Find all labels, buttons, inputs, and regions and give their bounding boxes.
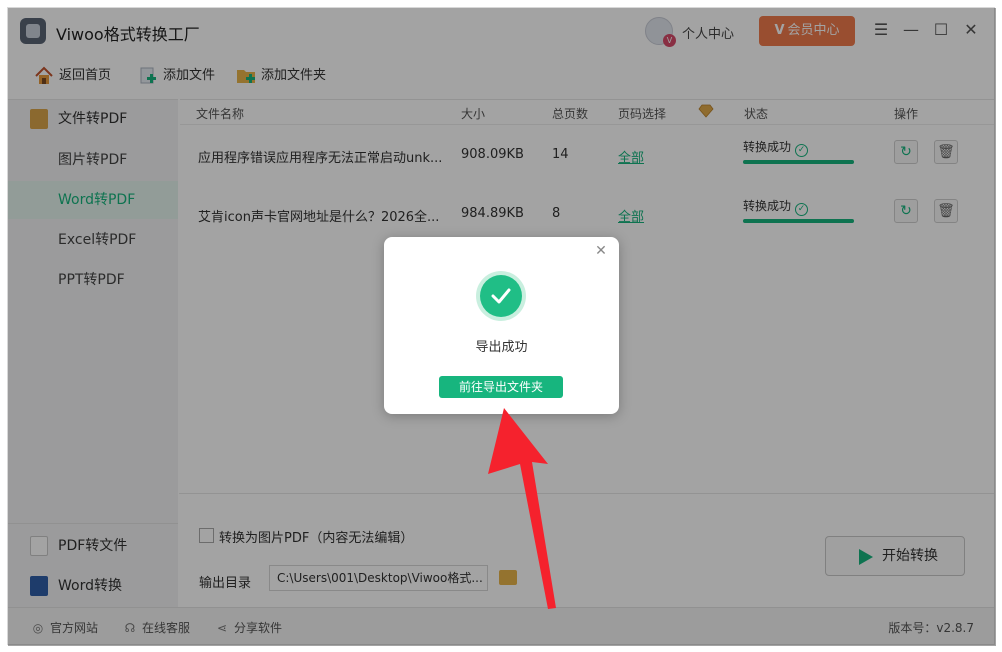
file-pages: 14	[552, 147, 569, 162]
header-status: 状态	[744, 107, 769, 121]
add-file-icon	[140, 67, 156, 84]
globe-icon: ◎	[32, 621, 44, 635]
output-settings-panel: 转换为图片PDF（内容无法编辑） 输出目录 C:\Users\001\Deskt…	[179, 493, 994, 606]
add-folder-button[interactable]: 添加文件夹	[236, 65, 341, 87]
vip-badge-icon: V	[774, 23, 785, 38]
start-convert-button[interactable]: 开始转换	[825, 536, 965, 576]
user-avatar[interactable]	[645, 17, 676, 47]
file-name: 艾肯icon声卡官网地址是什么？2026全...	[198, 210, 440, 225]
service-link[interactable]: ☊ 在线客服	[122, 619, 190, 636]
vip-center-button[interactable]: V 会员中心	[759, 16, 855, 46]
header-pages: 总页数	[552, 107, 589, 121]
play-icon	[859, 549, 873, 565]
table-header: 文件名称 大小 总页数 页码选择 状态 操作	[180, 99, 994, 125]
output-path-field[interactable]: C:\Users\001\Desktop\Viwoo格式...	[269, 565, 488, 591]
vip-center-label: 会员中心	[787, 23, 840, 38]
diamond-icon	[698, 104, 714, 121]
headset-icon: ☊	[124, 621, 136, 635]
check-circle-icon: ✓	[795, 144, 809, 157]
sidebar-bottom: PDF转文件 Word转换	[8, 523, 178, 607]
user-center-link[interactable]: 个人中心	[682, 23, 734, 42]
image-pdf-checkbox-label[interactable]: 转换为图片PDF（内容无法编辑）	[219, 527, 413, 546]
home-button[interactable]: 返回首页	[34, 65, 124, 87]
sidebar-item-ppt-to-pdf[interactable]: PPT转PDF	[8, 261, 178, 299]
trash-icon: 🗑	[937, 203, 955, 219]
dialog-close-icon[interactable]: ✕	[593, 243, 609, 259]
home-label: 返回首页	[59, 68, 112, 83]
table-row: 艾肯icon声卡官网地址是什么？2026全... 984.89KB 8 全部 转…	[180, 185, 994, 245]
refresh-icon: ↻	[900, 144, 912, 160]
refresh-icon: ↻	[900, 203, 912, 219]
title-bar: Viwoo格式转换工厂 个人中心 V会员中心 ☰ — ☐ ✕	[8, 8, 994, 54]
menu-icon[interactable]: ☰	[871, 20, 891, 40]
sidebar-item-word-to-pdf[interactable]: Word转PDF	[8, 181, 178, 219]
progress-bar	[743, 160, 854, 164]
word-icon	[30, 576, 48, 596]
pdf-file-icon	[30, 536, 48, 556]
sidebar-item-image-to-pdf[interactable]: 图片转PDF	[8, 141, 178, 179]
share-label: 分享软件	[234, 621, 283, 635]
sidebar-item-excel-to-pdf[interactable]: Excel转PDF	[8, 221, 178, 259]
delete-button[interactable]: 🗑	[934, 140, 958, 164]
home-icon	[35, 66, 53, 84]
version-label: 版本号：v2.8.7	[888, 621, 974, 635]
red-arrow-annotation	[488, 408, 556, 609]
image-pdf-checkbox[interactable]	[199, 528, 214, 543]
progress-fill	[743, 219, 854, 223]
add-folder-icon	[237, 70, 255, 83]
status-text: 转换成功 ✓	[743, 138, 809, 157]
website-label: 官方网站	[50, 621, 99, 635]
file-size: 908.09KB	[461, 147, 524, 162]
open-export-folder-button[interactable]: 前往导出文件夹	[439, 376, 563, 398]
website-link[interactable]: ◎ 官方网站	[30, 619, 98, 636]
header-actions: 操作	[894, 107, 919, 121]
file-name: 应用程序错误应用程序无法正常启动unk...	[198, 151, 443, 166]
app-title: Viwoo格式转换工厂	[56, 25, 200, 44]
header-name: 文件名称	[196, 107, 245, 121]
file-size: 984.89KB	[461, 206, 524, 221]
file-icon	[30, 109, 48, 129]
sidebar-category-label: 文件转PDF	[58, 111, 128, 127]
share-link[interactable]: ⋖ 分享软件	[214, 619, 282, 636]
add-file-button[interactable]: 添加文件	[138, 65, 228, 87]
header-range: 页码选择	[618, 107, 667, 121]
app-logo-icon	[20, 18, 46, 44]
status-label: 转换成功	[743, 199, 792, 213]
file-pages: 8	[552, 206, 561, 221]
progress-bar	[743, 219, 854, 223]
reconvert-button[interactable]: ↻	[894, 199, 918, 223]
delete-button[interactable]: 🗑	[934, 199, 958, 223]
page-range-link[interactable]: 全部	[618, 206, 644, 225]
start-convert-label: 开始转换	[882, 548, 938, 564]
service-label: 在线客服	[142, 621, 191, 635]
sidebar-category-label: PDF转文件	[58, 538, 128, 554]
reconvert-button[interactable]: ↻	[894, 140, 918, 164]
check-circle-icon: ✓	[795, 203, 809, 216]
trash-icon: 🗑	[937, 144, 955, 160]
header-size: 大小	[461, 107, 486, 121]
maximize-icon[interactable]: ☐	[931, 20, 951, 40]
add-file-label: 添加文件	[163, 68, 216, 83]
share-icon: ⋖	[216, 621, 228, 635]
success-check-icon	[480, 275, 522, 317]
export-success-dialog: ✕ 导出成功 前往导出文件夹	[384, 237, 619, 414]
page-range-link[interactable]: 全部	[618, 147, 644, 166]
sidebar-category-label: Word转换	[58, 578, 122, 594]
dialog-message: 导出成功	[475, 340, 528, 355]
status-text: 转换成功 ✓	[743, 197, 809, 216]
close-icon[interactable]: ✕	[961, 20, 981, 40]
add-folder-label: 添加文件夹	[261, 68, 327, 83]
progress-fill	[743, 160, 854, 164]
output-dir-label: 输出目录	[199, 576, 252, 591]
table-row: 应用程序错误应用程序无法正常启动unk... 908.09KB 14 全部 转换…	[180, 126, 994, 186]
minimize-icon[interactable]: —	[901, 20, 921, 40]
status-label: 转换成功	[743, 140, 792, 154]
